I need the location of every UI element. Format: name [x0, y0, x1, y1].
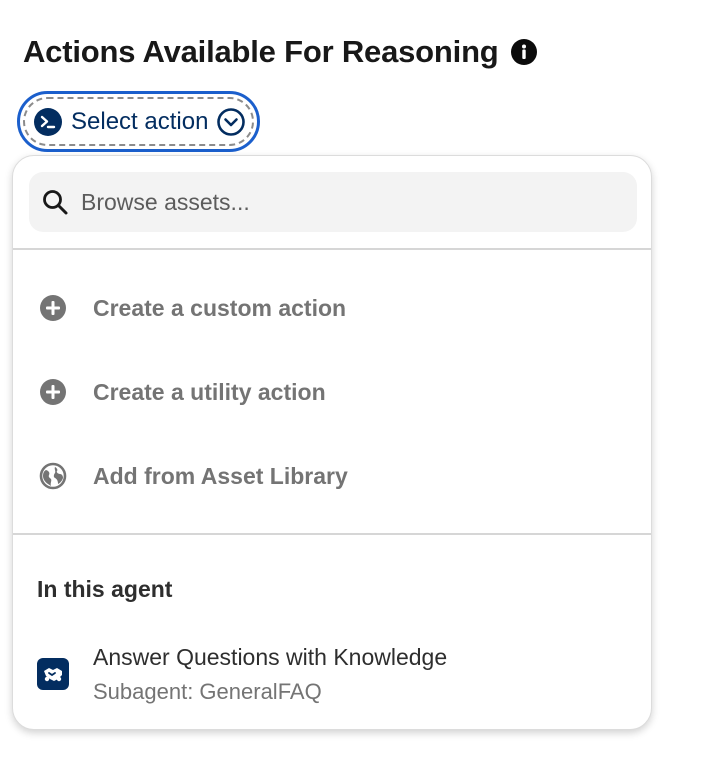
chevron-down-circle-icon — [216, 107, 246, 137]
agent-item-subtitle: Subagent: GeneralFAQ — [93, 678, 322, 704]
group-heading: In this agent — [37, 576, 173, 602]
select-action-button[interactable]: Select action — [17, 91, 260, 152]
search-box — [29, 172, 637, 232]
page: Actions Available For Reasoning Select a… — [0, 0, 702, 764]
search-icon — [41, 188, 69, 216]
select-action-label: Select action — [71, 107, 209, 135]
section-header: Actions Available For Reasoning — [23, 34, 537, 70]
menu-item-create-custom-action[interactable]: Create a custom action — [13, 276, 651, 340]
browse-assets-input[interactable] — [79, 187, 603, 217]
divider — [13, 533, 651, 535]
menu-item-label: Add from Asset Library — [93, 462, 348, 489]
select-action-inner: Select action — [23, 97, 254, 146]
menu-item-create-utility-action[interactable]: Create a utility action — [13, 360, 651, 424]
info-icon[interactable] — [510, 39, 537, 65]
add-circle-icon — [39, 294, 67, 322]
menu-item-label: Create a utility action — [93, 378, 326, 405]
agent-item-text: Answer Questions with Knowledge Subagent… — [93, 644, 447, 705]
section-title: Actions Available For Reasoning — [23, 34, 499, 69]
globe-icon — [39, 462, 67, 490]
action-dropdown-panel: Create a custom action Create a utility … — [12, 155, 652, 730]
menu-item-add-from-asset-library[interactable]: Add from Asset Library — [13, 444, 651, 508]
knowledge-handshake-icon — [37, 658, 69, 690]
prompt-terminal-icon — [33, 107, 63, 137]
menu-item-label: Create a custom action — [93, 294, 347, 321]
divider — [13, 248, 651, 250]
add-circle-icon — [39, 378, 67, 406]
agent-item-title: Answer Questions with Knowledge — [93, 643, 448, 670]
agent-action-item[interactable]: Answer Questions with Knowledge Subagent… — [13, 634, 651, 714]
